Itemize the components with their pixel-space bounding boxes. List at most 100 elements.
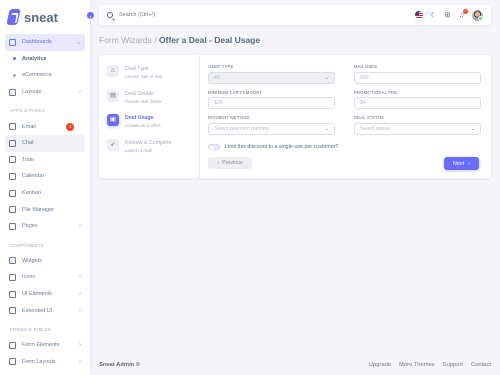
chevron-right-icon: › [79, 89, 81, 96]
sidebar-item-analytics[interactable]: Analytics [0, 51, 90, 68]
rocket-icon: ➶ [107, 138, 119, 151]
sidebar-collapse-button[interactable]: ‹ [85, 10, 96, 21]
step-subtitle: Choose type of deal [125, 74, 163, 79]
sidebar-item-label: Analytics [22, 55, 47, 62]
search-icon[interactable] [107, 12, 113, 18]
sidebar-item-email[interactable]: Email 4 [0, 118, 90, 135]
email-badge: 4 [66, 122, 74, 131]
user-type-group: USER TYPE All ⌄ [208, 64, 335, 84]
bullet-icon [13, 73, 16, 77]
sidebar-item-todo[interactable]: Todo [0, 152, 90, 169]
folder-icon [9, 206, 16, 214]
step-subtitle: Provide deal details [125, 98, 162, 104]
sidebar-item-widgets[interactable]: Widgets [0, 253, 90, 270]
chevron-down-icon: ⌄ [324, 74, 329, 81]
max-uses-group: MAX USES 500 [354, 64, 481, 84]
promo-fee-input[interactable]: $4 [354, 97, 481, 109]
min-cart-label: MINIMUM CART AMOUNT [208, 89, 263, 95]
language-flag-icon[interactable] [415, 11, 423, 19]
max-uses-input[interactable]: 500 [354, 71, 481, 84]
bell-icon[interactable]: ♫ 4 [458, 8, 468, 19]
user-type-select[interactable]: All ⌄ [208, 71, 335, 84]
usage-icon: ▣ [107, 114, 119, 126]
deal-status-value: Select status [360, 125, 390, 132]
sidebar-item-layouts[interactable]: Layouts › [0, 84, 90, 101]
components-menu: Widgets Icons › UI Elements › Extended U… [0, 253, 90, 319]
next-button[interactable]: Next › [444, 157, 479, 170]
section-header-apps: APPS & PAGES [10, 108, 45, 114]
min-cart-placeholder: $25 [214, 100, 223, 106]
payment-method-label: PAYMENT METHOD [208, 115, 250, 120]
footer-link-more-themes[interactable]: More Themes [399, 362, 435, 368]
grid-icon [9, 189, 16, 197]
file-icon [9, 222, 16, 230]
tag-icon: ⌂ [107, 65, 119, 77]
sidebar-item-label: eCommerce [22, 72, 52, 79]
sidebar-item-file-manager[interactable]: File Manager [0, 201, 90, 218]
previous-button-label: Previous [222, 160, 243, 166]
wizard-step-deal-type[interactable]: ⌂ Deal Type Choose type of deal [107, 65, 199, 90]
chat-icon [9, 139, 16, 147]
section-header-forms: FORMS & TABLES [10, 326, 52, 332]
sidebar-item-icons[interactable]: Icons › [0, 269, 90, 286]
min-cart-input[interactable]: $25 [208, 97, 335, 109]
sidebar-item-label: Pages [22, 223, 38, 230]
sidebar-item-ecommerce[interactable]: eCommerce [0, 67, 90, 84]
forms-menu: Form Elements › Form Layouts › [0, 337, 90, 370]
sidebar-item-label: Email [22, 123, 36, 130]
chevron-right-icon: › [79, 274, 81, 281]
step-title: Review & Complete [125, 139, 172, 146]
payment-method-value: Select payment method [214, 125, 269, 132]
chevron-down-icon: ⌄ [470, 125, 475, 132]
sidebar-item-label: Extended UI [22, 307, 53, 314]
payment-method-group: PAYMENT METHOD Select payment method ⌄ [208, 115, 335, 135]
sidebar: sneat Dashboards ⌄ Analytics eCommerce L… [0, 0, 90, 375]
footer-link-support[interactable]: Support [443, 362, 463, 368]
single-use-toggle-row: Limit this discount to a single-use per … [208, 143, 483, 150]
sidebar-item-label: UI Elements [22, 291, 52, 298]
chevron-left-icon: ‹ [217, 160, 220, 166]
avatar[interactable] [472, 9, 483, 21]
sidebar-item-form-elements[interactable]: Form Elements › [0, 337, 90, 354]
sidebar-item-extended-ui[interactable]: Extended UI › [0, 302, 90, 319]
sidebar-item-chat[interactable]: Chat [5, 134, 85, 152]
breadcrumb: Form Wizards / [99, 35, 157, 45]
sidebar-item-label: Kanban [22, 190, 41, 197]
sidebar-item-kanban[interactable]: Kanban [0, 185, 90, 202]
deal-usage-form: USER TYPE All ⌄ MAX USES 500 MINIMUM CAR… [208, 64, 483, 150]
wizard-steps: ⌂ Deal Type Choose type of deal ▤ Deal D… [99, 55, 200, 178]
footer-link-contact[interactable]: Contact [471, 362, 491, 368]
sidebar-item-label: Chat [22, 140, 34, 147]
form-icon [9, 341, 16, 349]
user-type-value: All [214, 74, 220, 81]
brand[interactable]: sneat [0, 0, 90, 34]
calendar-icon [9, 172, 16, 180]
footer-brand[interactable]: Sneat Admin © [99, 362, 140, 368]
sidebar-item-form-layouts[interactable]: Form Layouts › [0, 354, 90, 371]
deal-status-select[interactable]: Select status ⌄ [354, 122, 481, 135]
sidebar-item-ui-elements[interactable]: UI Elements › [0, 286, 90, 303]
apps-grid-icon[interactable]: ⊞ [444, 12, 451, 19]
section-header-components: COMPONENTS [10, 242, 44, 248]
notification-badge: 4 [463, 8, 468, 14]
form-layout-icon [9, 358, 16, 366]
wizard-step-review[interactable]: ➶ Review & Complete Launch a deal! [107, 138, 199, 164]
chevron-down-icon: ⌄ [75, 39, 81, 46]
wizard-step-deal-usage[interactable]: ▣ Deal Usage Limitations & offers [107, 114, 199, 139]
step-subtitle: Limitations & offers [125, 123, 161, 128]
payment-method-select[interactable]: Select payment method ⌄ [208, 122, 335, 135]
sidebar-item-calendar[interactable]: Calendar [0, 168, 90, 185]
single-use-toggle[interactable] [208, 143, 220, 150]
moon-icon[interactable]: ☾ [430, 12, 437, 19]
sidebar-item-dashboards[interactable]: Dashboards ⌄ [5, 34, 85, 51]
ui-icon [9, 290, 16, 298]
sidebar-item-label: Calendar [22, 173, 45, 180]
wizard-step-deal-details[interactable]: ▤ Deal Details Provide deal details [107, 89, 199, 115]
previous-button[interactable]: ‹ Previous [208, 157, 252, 169]
max-uses-placeholder: 500 [360, 74, 369, 81]
footer-link-upgrade[interactable]: Upgrade [369, 362, 391, 368]
max-uses-label: MAX USES [354, 64, 378, 69]
sidebar-item-pages[interactable]: Pages › [0, 218, 90, 235]
search-input[interactable] [119, 12, 239, 18]
min-cart-group: MINIMUM CART AMOUNT $25 [208, 89, 335, 109]
